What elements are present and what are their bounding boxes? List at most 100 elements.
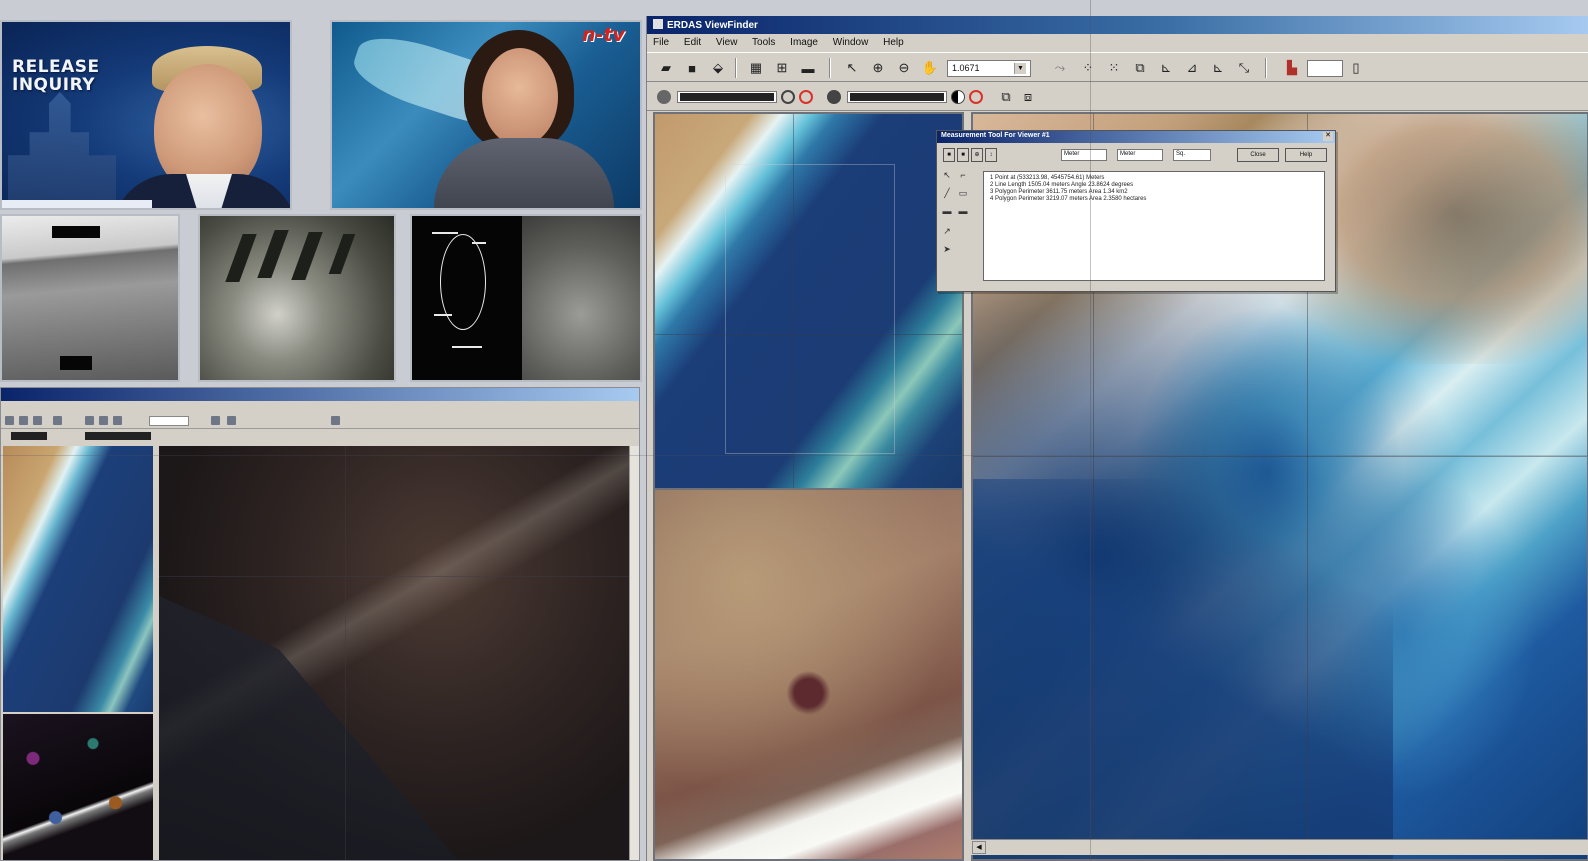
menu-image[interactable]: Image [790,37,818,48]
menu-view[interactable]: View [716,37,738,48]
secondary-vertical-scrollbar[interactable] [629,446,639,860]
magnifier-pane[interactable] [653,488,964,861]
units-select-1[interactable]: Meter [1061,149,1107,161]
measurement-list[interactable]: 1 Point at (533213.98, 4545754.61) Meter… [983,171,1325,281]
select-icon[interactable]: ↖ [843,59,861,77]
zoom-out-icon[interactable]: ⊖ [895,59,913,77]
brightness-icon[interactable] [657,90,671,104]
link-icon[interactable]: ⤳ [1051,59,1069,77]
list-item[interactable]: 2 Line Length 1505.04 meters Angle 23.86… [990,182,1318,189]
contrast-slider[interactable] [847,91,947,103]
dialog-tool-palette: ↖ ⌐ ╱ ▭ ▬ ▬ ↗ ➤ [941,169,979,279]
main-viewer-titlebar[interactable]: ERDAS ViewFinder [647,16,1588,34]
main-horizontal-scrollbar[interactable]: ◀ [971,839,1588,855]
measure-icon[interactable] [211,416,220,425]
zoom-field[interactable]: 1.0671 ▼ [947,60,1031,77]
save-icon[interactable] [19,416,28,425]
vertex-2-icon[interactable]: ⁙ [1105,59,1123,77]
prohibit-icon[interactable] [799,90,813,104]
pan-icon[interactable]: ✋ [921,59,939,77]
select-icon[interactable] [85,416,94,425]
inquire-box[interactable] [725,164,895,454]
targeting-hud-thumbnail [410,214,642,382]
zoom-in-icon[interactable] [99,416,108,425]
dialog-tool-icon[interactable]: ⊕ [971,148,983,162]
save-icon[interactable]: ■ [683,59,701,77]
polygon-tool-icon[interactable]: ▭ [957,187,969,199]
ellipse-tool-icon[interactable]: ▬ [957,205,969,217]
print-icon[interactable] [33,416,42,425]
dialog-tool-icon[interactable]: ■ [957,148,969,162]
reset-icon[interactable] [781,90,795,104]
list-item[interactable]: 3 Polygon Perimeter 3611.75 meters Area … [990,189,1318,196]
secondary-viewer-menu[interactable] [1,402,639,412]
copy-icon[interactable]: ⧉ [997,88,1015,106]
lasso-tool-icon[interactable]: ↗ [941,225,953,237]
units-select-3[interactable]: Sq. [1173,149,1211,161]
overview-reef-image[interactable] [3,446,153,712]
paste-icon[interactable]: ⧈ [1019,88,1037,106]
zoom-in-icon[interactable]: ⊕ [869,59,887,77]
prohibit-icon[interactable] [969,90,983,104]
contrast-icon[interactable] [331,416,340,425]
layers-icon[interactable]: ▦ [747,59,765,77]
zoom-out-icon[interactable] [113,416,122,425]
close-button[interactable]: Close [1237,148,1279,162]
zoom-value: 1.0671 [952,63,980,73]
night-satellite-image[interactable] [159,446,629,860]
texture-closeup-image[interactable] [3,714,153,860]
color-swatch-field[interactable] [1307,60,1343,77]
open-icon[interactable]: ▰ [657,59,675,77]
secondary-viewer-window[interactable] [0,387,640,861]
list-item[interactable]: 1 Point at (533213.98, 4545754.61) Meter… [990,175,1318,182]
menu-file[interactable]: File [653,37,669,48]
secondary-slider[interactable] [11,432,47,440]
measure-icon[interactable]: ▬ [799,59,817,77]
scroll-left-icon[interactable]: ◀ [972,841,986,854]
menu-help[interactable]: Help [883,37,904,48]
surveillance-thumbnail-1 [0,214,180,382]
menu-tools[interactable]: Tools [752,37,775,48]
line-tool-icon[interactable]: ⌐ [957,169,969,181]
vertex-icon[interactable]: ⁘ [1079,59,1097,77]
rect-tool-icon[interactable]: ▬ [941,205,953,217]
reef-overview-pane[interactable] [653,112,964,498]
grid-icon[interactable] [53,416,62,425]
chart-2-icon[interactable]: ⊿ [1183,59,1201,77]
hud-tick [472,242,486,244]
hud-tick [432,232,458,234]
grid-icon[interactable]: ⊞ [773,59,791,77]
crosshair-vertical [793,114,794,496]
open-icon[interactable] [5,416,14,425]
chart-3-icon[interactable]: ⊾ [1209,59,1227,77]
profile-icon[interactable]: ⤡ [1235,59,1253,77]
units-select-2[interactable]: Meter [1117,149,1163,161]
invert-icon[interactable] [951,90,965,104]
contrast-icon[interactable] [827,90,841,104]
page-icon[interactable]: ▯ [1347,59,1365,77]
menu-edit[interactable]: Edit [684,37,701,48]
secondary-viewer-titlebar[interactable] [1,388,639,401]
chart-icon[interactable]: ⊾ [1157,59,1175,77]
dialog-tool-icon[interactable]: ■ [943,148,955,162]
toolbar-separator [829,58,831,78]
color-icon[interactable]: ▙ [1283,59,1301,77]
dialog-titlebar[interactable]: Measurement Tool For Viewer #1 [937,131,1335,143]
dialog-tool-icon[interactable]: ↕ [985,148,997,162]
polygon-icon[interactable]: ⧉ [1131,59,1149,77]
close-icon[interactable]: ✕ [1323,132,1333,141]
measurement-dialog[interactable]: Measurement Tool For Viewer #1 ✕ ■ ■ ⊕ ↕… [936,130,1336,292]
select-tool-icon[interactable]: ➤ [941,243,953,255]
list-item[interactable]: 4 Polygon Perimeter 3219.07 meters Area … [990,196,1318,203]
secondary-slider-2[interactable] [85,432,151,440]
secondary-zoom-field[interactable] [149,416,189,426]
brightness-slider[interactable] [677,91,777,103]
crosshair-horizontal [655,334,962,335]
help-button[interactable]: Help [1285,148,1327,162]
chevron-down-icon[interactable]: ▼ [1014,63,1026,74]
menu-window[interactable]: Window [833,37,869,48]
polyline-tool-icon[interactable]: ╱ [941,187,953,199]
point-tool-icon[interactable]: ↖ [941,169,953,181]
print-icon[interactable]: ⬙ [709,59,727,77]
select-icon[interactable] [227,416,236,425]
